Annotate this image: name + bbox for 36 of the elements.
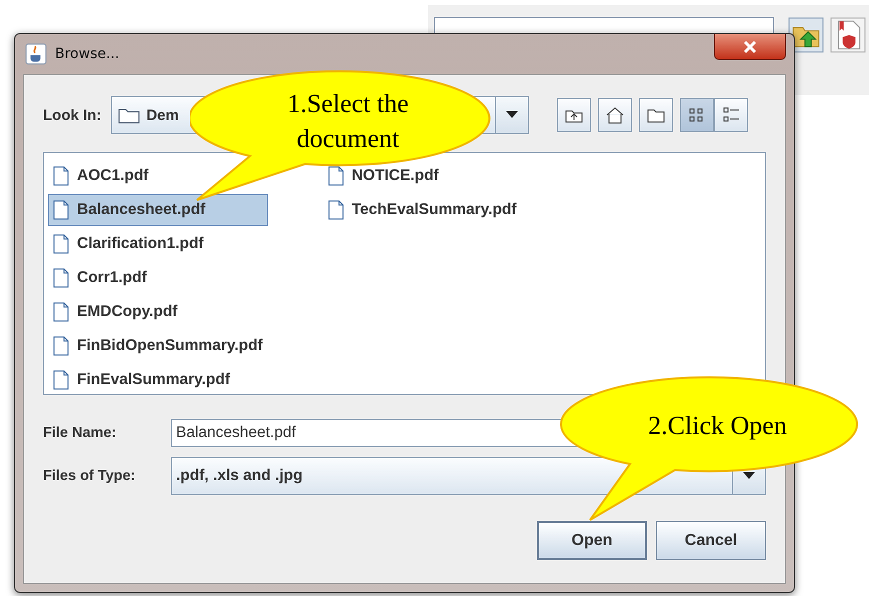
coffee-cup-icon bbox=[25, 43, 47, 65]
window-title: Browse... bbox=[55, 46, 120, 62]
file-item[interactable]: FinBidOpenSummary.pdf bbox=[48, 330, 268, 362]
file-type-label: Files of Type: bbox=[43, 468, 136, 484]
document-icon bbox=[53, 199, 69, 221]
close-icon bbox=[743, 40, 757, 52]
document-icon bbox=[53, 233, 69, 255]
file-item[interactable]: Balancesheet.pdf bbox=[48, 194, 268, 226]
file-item[interactable]: Corr1.pdf bbox=[48, 262, 268, 294]
new-folder-icon[interactable] bbox=[639, 98, 674, 132]
document-icon bbox=[328, 165, 344, 187]
document-icon bbox=[53, 165, 69, 187]
callout-text: 1.Select the document bbox=[286, 88, 410, 155]
list-view-icon[interactable] bbox=[680, 98, 714, 132]
cancel-button[interactable]: Cancel bbox=[656, 521, 766, 560]
document-shield-icon[interactable] bbox=[830, 17, 866, 53]
file-item[interactable]: FinEvalSummary.pdf bbox=[48, 364, 268, 396]
file-item[interactable]: AOC1.pdf bbox=[48, 160, 268, 192]
document-icon bbox=[53, 301, 69, 323]
file-item[interactable]: Clarification1.pdf bbox=[48, 228, 268, 260]
file-item[interactable]: NOTICE.pdf bbox=[322, 160, 522, 192]
folder-icon bbox=[118, 106, 140, 124]
file-item[interactable]: TechEvalSummary.pdf bbox=[322, 194, 522, 226]
file-name-label: File Name: bbox=[43, 425, 118, 441]
file-item[interactable]: EMDCopy.pdf bbox=[48, 296, 268, 328]
upload-folder-icon[interactable] bbox=[788, 17, 824, 53]
look-in-label: Look In: bbox=[43, 106, 102, 124]
home-icon[interactable] bbox=[598, 98, 632, 132]
document-icon bbox=[328, 199, 344, 221]
document-icon bbox=[53, 267, 69, 289]
up-folder-icon[interactable] bbox=[557, 98, 592, 132]
document-icon bbox=[53, 335, 69, 357]
open-button[interactable]: Open bbox=[537, 521, 647, 560]
close-button[interactable] bbox=[714, 34, 786, 60]
document-icon bbox=[53, 369, 69, 391]
details-view-icon[interactable] bbox=[714, 98, 748, 132]
